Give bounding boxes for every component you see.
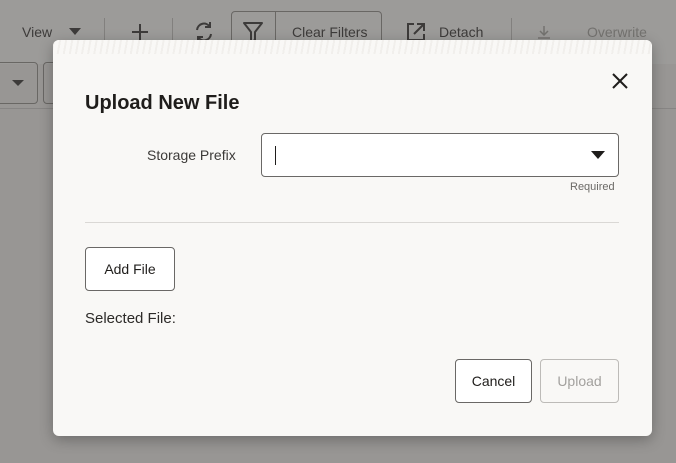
cancel-button[interactable]: Cancel [455, 359, 532, 403]
page: View Clear Filters Detach Overwrite Uplo… [0, 0, 676, 463]
close-button[interactable] [608, 69, 632, 93]
selected-file-label: Selected File: [85, 310, 176, 327]
dialog-title: Upload New File [85, 92, 240, 114]
section-divider [85, 222, 619, 223]
storage-prefix-label: Storage Prefix [147, 147, 236, 163]
required-hint: Required [570, 181, 615, 193]
dialog-header-texture [53, 40, 652, 54]
add-file-button[interactable]: Add File [85, 247, 175, 291]
storage-prefix-select[interactable] [261, 133, 619, 177]
chevron-down-icon[interactable] [591, 151, 605, 159]
close-icon [612, 73, 628, 89]
text-cursor [275, 146, 276, 165]
upload-button[interactable]: Upload [540, 359, 619, 403]
upload-dialog: Upload New File Storage Prefix Required … [53, 40, 652, 436]
